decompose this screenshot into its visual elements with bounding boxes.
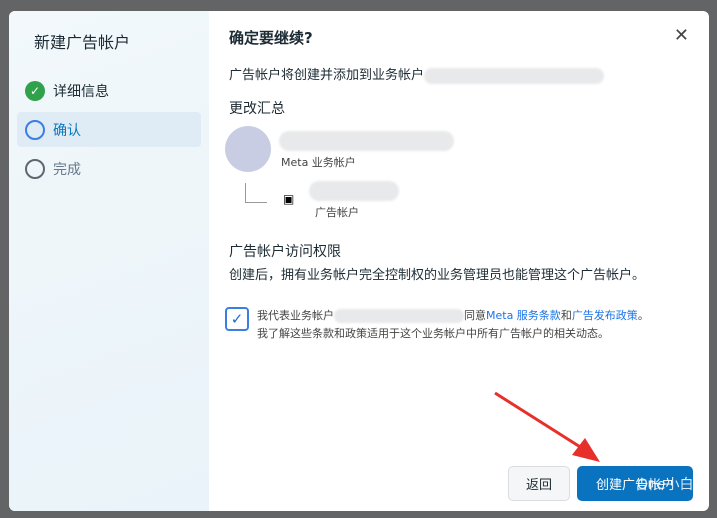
sidebar-title: 新建广告帐户 — [34, 33, 131, 52]
step-label: 确认 — [53, 122, 81, 139]
back-button[interactable]: 返回 — [508, 466, 570, 501]
business-type: Meta 业务帐户 — [281, 156, 356, 169]
consent-line2: 我了解这些条款和政策适用于这个业务帐户中所有广告帐户的相关动态。 — [257, 327, 609, 340]
terms-link[interactable]: Meta 服务条款 — [486, 309, 561, 322]
consent-agree: 同意 — [464, 309, 486, 322]
consent-prefix: 我代表业务帐户 — [257, 309, 334, 322]
redacted-ad-account — [309, 181, 399, 201]
create-label: 创建广告帐户 — [595, 478, 674, 493]
close-icon[interactable]: ✕ — [674, 25, 689, 46]
redacted-business-name — [424, 67, 605, 84]
consent-end: 。 — [637, 309, 649, 322]
pending-step-circle-icon — [25, 158, 45, 179]
access-text: 创建后，拥有业务帐户完全控制权的业务管理员也能管理这个广告帐户。 — [229, 268, 646, 283]
intro-text: 广告帐户将创建并添加到业务帐户 — [229, 68, 425, 83]
consent-checkbox[interactable]: ✓ — [225, 307, 249, 331]
business-avatar — [225, 126, 271, 172]
create-ad-account-dialog: 新建广告帐户 ✓ 详细信息 确认 完成 确定要继续? ✕ 广告帐户将创建并添加到业… — [9, 11, 709, 511]
ad-account-icon: ▣ — [283, 192, 295, 206]
dialog-title: 确定要继续? — [229, 29, 313, 47]
consent-and: 和 — [560, 309, 572, 322]
redacted-business — [334, 309, 464, 323]
access-heading: 广告帐户访问权限 — [229, 244, 341, 260]
stepper-sidebar: 新建广告帐户 ✓ 详细信息 确认 完成 — [9, 11, 209, 511]
policy-link[interactable]: 广告发布政策 — [572, 309, 638, 322]
create-ad-account-button[interactable]: 创建广告帐户 — [577, 466, 693, 501]
consent-text: 我代表业务帐户 同意Meta 服务条款和广告发布政策。 我了解这些条款和政策适用于… — [257, 307, 649, 343]
step-details[interactable]: ✓ 详细信息 — [17, 73, 201, 108]
step-complete: 完成 — [17, 151, 201, 186]
main-panel: 确定要继续? ✕ 广告帐户将创建并添加到业务帐户 更改汇总 Meta 业务帐户 … — [209, 11, 709, 511]
redacted-business — [279, 131, 454, 151]
tree-connector — [245, 183, 267, 203]
summary-heading: 更改汇总 — [229, 100, 285, 117]
check-circle-icon: ✓ — [25, 80, 45, 101]
ad-account-type: 广告帐户 — [315, 206, 359, 219]
current-step-circle-icon — [25, 119, 45, 140]
step-label: 完成 — [53, 161, 81, 178]
step-confirm[interactable]: 确认 — [17, 112, 201, 147]
intro-line: 广告帐户将创建并添加到业务帐户 — [229, 64, 689, 84]
step-label: 详细信息 — [53, 83, 109, 100]
